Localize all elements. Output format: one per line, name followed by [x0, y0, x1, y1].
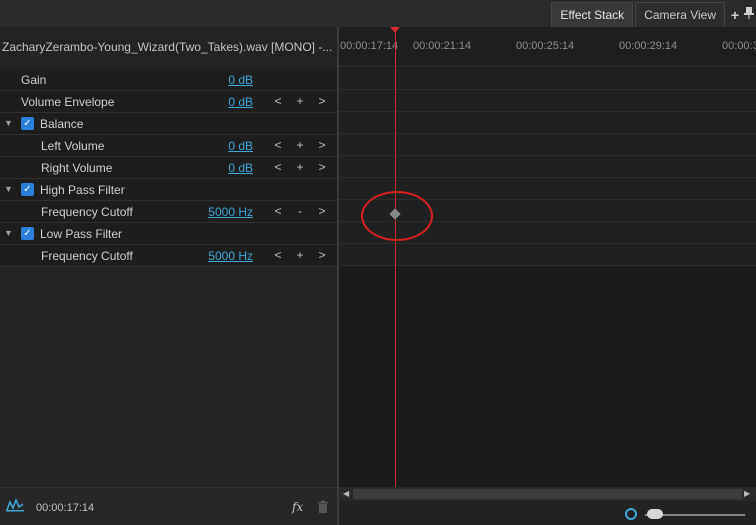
- add-keyframe-button[interactable]: +: [294, 94, 306, 108]
- next-keyframe-button[interactable]: >: [316, 160, 328, 174]
- property-name: Volume Envelope: [21, 95, 115, 109]
- playhead-line[interactable]: [395, 27, 396, 487]
- ruler-label: 00:00:21:14: [413, 40, 472, 52]
- add-effect-icon[interactable]: fx: [292, 500, 303, 514]
- top-bar: Effect Stack Camera View +: [0, 0, 756, 27]
- property-name: Right Volume: [41, 161, 113, 175]
- panel-tabs: Effect Stack Camera View +: [549, 0, 756, 27]
- property-row-right-volume: Right Volume 0 dB < + >: [0, 157, 337, 179]
- property-name: Gain: [21, 73, 47, 87]
- property-row-frequency-cutoff-hp: Frequency Cutoff 5000 Hz < - >: [0, 201, 337, 223]
- prev-keyframe-button[interactable]: <: [272, 138, 284, 152]
- property-row-gain: Gain 0 dB: [0, 69, 337, 91]
- remove-keyframe-button[interactable]: -: [294, 204, 306, 218]
- prev-keyframe-button[interactable]: <: [272, 248, 284, 262]
- pin-icon[interactable]: [742, 6, 756, 23]
- property-value[interactable]: 5000 Hz: [208, 205, 253, 219]
- prev-keyframe-button[interactable]: <: [272, 94, 284, 108]
- property-value[interactable]: 0 dB: [228, 95, 253, 109]
- zoom-slider-knob[interactable]: [647, 509, 663, 519]
- zoom-icon[interactable]: [625, 508, 637, 520]
- lane[interactable]: [339, 68, 756, 90]
- property-row-left-volume: Left Volume 0 dB < + >: [0, 135, 337, 157]
- keyframe-controls: < - >: [272, 204, 328, 218]
- collapse-icon[interactable]: ▼: [4, 228, 14, 238]
- lane[interactable]: [339, 90, 756, 112]
- effect-stack-panel: ZacharyZerambo-Young_Wizard(Two_Takes).w…: [0, 27, 337, 525]
- prev-keyframe-button[interactable]: <: [272, 204, 284, 218]
- next-keyframe-button[interactable]: >: [316, 204, 328, 218]
- lane[interactable]: [339, 112, 756, 134]
- property-group-high-pass-filter[interactable]: ▼ ✓ High Pass Filter: [0, 179, 337, 201]
- collapse-icon[interactable]: ▼: [4, 184, 14, 194]
- property-value[interactable]: 0 dB: [228, 73, 253, 87]
- time-ruler[interactable]: 00:00:17:14 00:00:21:14 00:00:25:14 00:0…: [339, 27, 756, 67]
- keyframe-timeline: 00:00:17:14 00:00:21:14 00:00:25:14 00:0…: [339, 27, 756, 525]
- tab-effect-stack[interactable]: Effect Stack: [551, 2, 634, 27]
- keyframe-controls: < + >: [272, 160, 328, 174]
- lane[interactable]: [339, 156, 756, 178]
- enable-checkbox[interactable]: ✓: [21, 117, 34, 130]
- scroll-thumb[interactable]: [353, 489, 742, 499]
- group-name: Balance: [40, 117, 84, 131]
- enable-checkbox[interactable]: ✓: [21, 183, 34, 196]
- effect-stack-footer: 00:00:17:14 fx: [0, 487, 337, 525]
- property-name: Left Volume: [41, 139, 105, 153]
- next-keyframe-button[interactable]: >: [316, 138, 328, 152]
- add-keyframe-button[interactable]: +: [294, 248, 306, 262]
- clip-title: ZacharyZerambo-Young_Wizard(Two_Takes).w…: [2, 40, 333, 54]
- enable-checkbox[interactable]: ✓: [21, 227, 34, 240]
- scroll-right-icon[interactable]: ▶: [744, 489, 750, 498]
- prev-keyframe-button[interactable]: <: [272, 160, 284, 174]
- zoom-bar: [339, 501, 756, 525]
- tab-camera-view[interactable]: Camera View: [635, 2, 725, 27]
- highlight-circle: [361, 191, 433, 241]
- add-keyframe-button[interactable]: +: [294, 138, 306, 152]
- tab-actions: +: [728, 2, 756, 27]
- keyframe-controls: < + >: [272, 94, 328, 108]
- lane[interactable]: [339, 134, 756, 156]
- keyframe-controls: < + >: [272, 138, 328, 152]
- property-value[interactable]: 0 dB: [228, 139, 253, 153]
- keyframe-controls: < + >: [272, 248, 328, 262]
- trash-icon[interactable]: [317, 500, 329, 514]
- property-group-balance[interactable]: ▼ ✓ Balance: [0, 113, 337, 135]
- add-keyframe-button[interactable]: +: [294, 160, 306, 174]
- ruler-label: 00:00:25:14: [516, 40, 575, 52]
- current-time: 00:00:17:14: [36, 502, 95, 514]
- property-value[interactable]: 0 dB: [228, 161, 253, 175]
- group-name: Low Pass Filter: [40, 227, 123, 241]
- property-group-low-pass-filter[interactable]: ▼ ✓ Low Pass Filter: [0, 223, 337, 245]
- next-keyframe-button[interactable]: >: [316, 94, 328, 108]
- property-name: Frequency Cutoff: [41, 205, 133, 219]
- property-value[interactable]: 5000 Hz: [208, 249, 253, 263]
- add-tab-icon[interactable]: +: [728, 7, 742, 23]
- ruler-label: 00:00:3: [722, 40, 756, 52]
- audio-wave-icon[interactable]: [6, 497, 24, 515]
- ruler-label: 00:00:17:14: [340, 40, 399, 52]
- collapse-icon[interactable]: ▼: [4, 118, 14, 128]
- next-keyframe-button[interactable]: >: [316, 248, 328, 262]
- scroll-left-icon[interactable]: ◀: [343, 489, 349, 498]
- property-row-volume-envelope: Volume Envelope 0 dB < + >: [0, 91, 337, 113]
- group-name: High Pass Filter: [40, 183, 125, 197]
- playhead-marker-icon[interactable]: [390, 27, 400, 33]
- lane[interactable]: [339, 244, 756, 266]
- property-row-frequency-cutoff-lp: Frequency Cutoff 5000 Hz < + >: [0, 245, 337, 267]
- ruler-label: 00:00:29:14: [619, 40, 678, 52]
- property-list: Gain 0 dB Volume Envelope 0 dB < + > ▼ ✓…: [0, 69, 337, 267]
- horizontal-scrollbar[interactable]: ◀ ▶: [339, 487, 756, 501]
- property-name: Frequency Cutoff: [41, 249, 133, 263]
